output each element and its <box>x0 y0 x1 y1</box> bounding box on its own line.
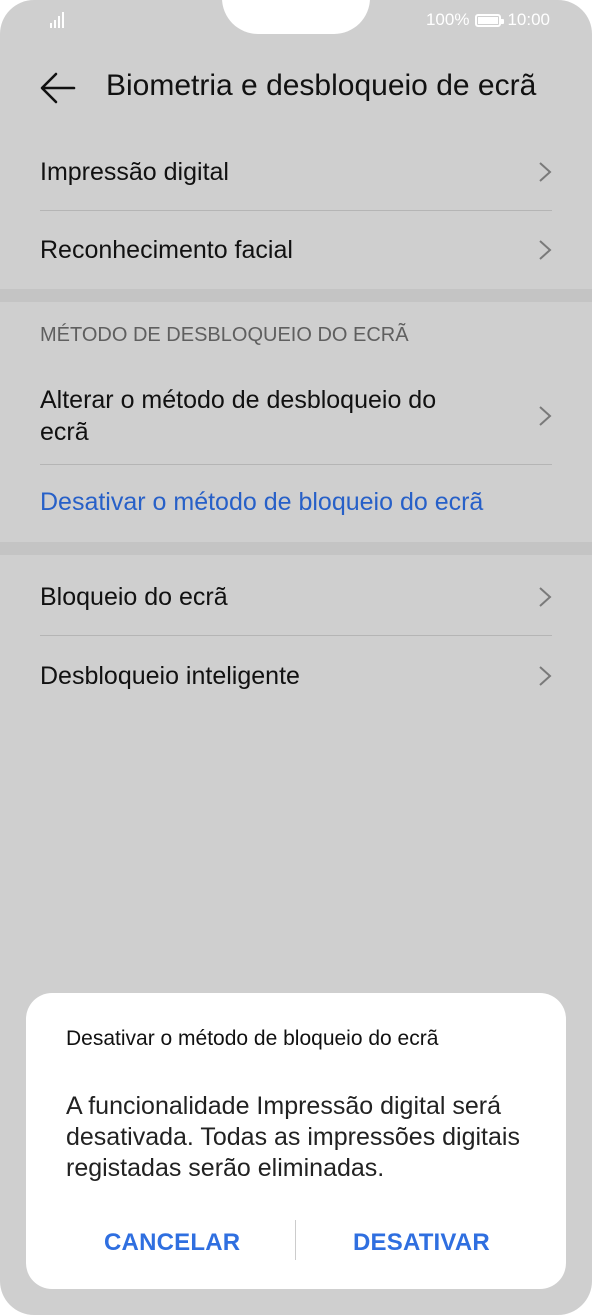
smart-unlock-item[interactable]: Desbloqueio inteligente <box>40 654 552 698</box>
back-arrow-icon[interactable] <box>38 70 78 106</box>
screen-lock-item[interactable]: Bloqueio do ecrã <box>40 575 552 619</box>
divider <box>40 635 552 636</box>
disable-lock-method-link[interactable]: Desativar o método de bloqueio do ecrã <box>40 488 483 517</box>
face-recognition-label: Reconhecimento facial <box>40 236 293 264</box>
chevron-right-icon <box>539 162 552 182</box>
app-header: Biometria e desbloqueio de ecrã <box>0 55 592 121</box>
battery-icon <box>475 13 505 27</box>
button-divider <box>295 1220 296 1260</box>
fingerprint-label: Impressão digital <box>40 158 229 186</box>
battery-percent: 100% <box>425 10 470 29</box>
face-recognition-item[interactable]: Reconhecimento facial <box>40 228 552 272</box>
disable-lock-dialog: Desativar o método de bloqueio do ecrã A… <box>26 993 566 1289</box>
chevron-right-icon <box>539 666 552 686</box>
change-unlock-method-item[interactable]: Alterar o método de desbloqueio do ecrã <box>40 381 552 451</box>
section-gap <box>0 289 592 302</box>
chevron-right-icon <box>539 240 552 260</box>
fingerprint-item[interactable]: Impressão digital <box>40 150 552 194</box>
dialog-message: A funcionalidade Impressão digital será … <box>66 1092 520 1182</box>
signal-icon <box>50 10 72 28</box>
divider <box>40 464 552 465</box>
chevron-right-icon <box>539 406 552 426</box>
disable-button[interactable]: DESATIVAR <box>353 1229 490 1257</box>
page-title: Biometria e desbloqueio de ecrã <box>106 69 537 102</box>
change-unlock-method-label: Alterar o método de desbloqueio do ecrã <box>40 384 436 448</box>
camera-notch <box>222 0 370 34</box>
change-unlock-method-line1: Alterar o método de desbloqueio do <box>40 386 437 414</box>
dialog-title: Desativar o método de bloqueio do ecrã <box>66 1027 439 1050</box>
section-gap <box>0 542 592 555</box>
section-title: MÉTODO DE DESBLOQUEIO DO ECRÃ <box>40 324 409 346</box>
clock: 10:00 <box>507 10 550 29</box>
phone-screen: 100% 10:00 Biometria e desbloqueio de ec… <box>0 0 592 1315</box>
cancel-button[interactable]: CANCELAR <box>104 1229 240 1257</box>
change-unlock-method-line2: ecrã <box>40 418 89 446</box>
smart-unlock-label: Desbloqueio inteligente <box>40 662 300 690</box>
chevron-right-icon <box>539 587 552 607</box>
status-bar-right: 100% 10:00 <box>426 8 550 32</box>
divider <box>40 210 552 211</box>
screen-lock-label: Bloqueio do ecrã <box>40 583 228 611</box>
